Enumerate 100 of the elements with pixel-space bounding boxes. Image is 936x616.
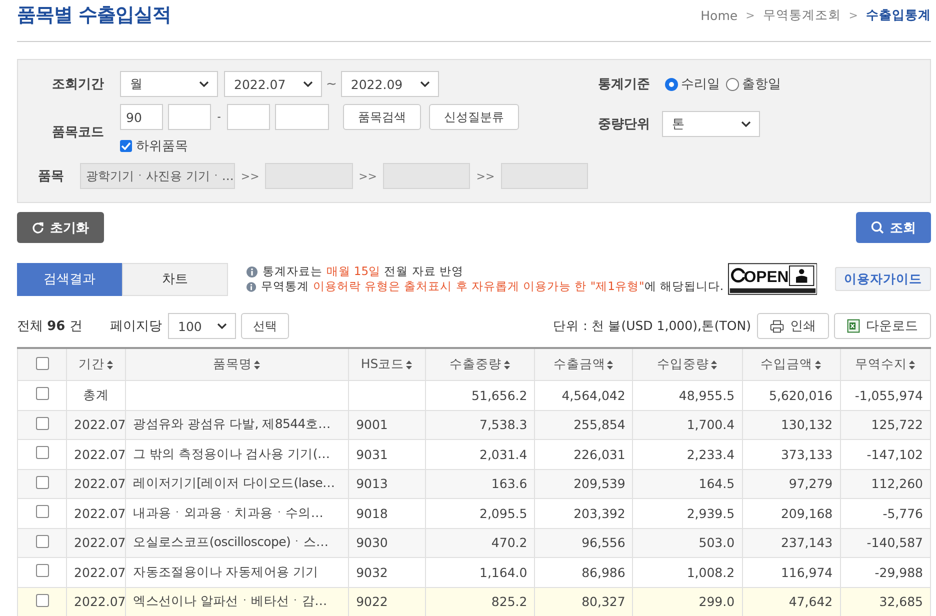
item-field[interactable] — [383, 163, 470, 189]
license-logo: OPEN — [728, 262, 818, 296]
download-button[interactable]: 다운로드 — [834, 313, 931, 339]
table-cell: 2,939.5 — [686, 506, 735, 521]
checkbox[interactable] — [36, 446, 49, 460]
print-button[interactable]: 인쇄 — [757, 313, 829, 339]
table-cell: 373,133 — [780, 446, 833, 462]
item-field[interactable] — [500, 163, 588, 189]
breadcrumb-separator: > — [746, 8, 755, 22]
checkbox[interactable] — [36, 564, 49, 578]
table-cell: 80,327 — [582, 594, 626, 610]
input-field[interactable] — [227, 104, 270, 130]
search-option-button[interactable]: 품목검색 — [343, 104, 421, 130]
radio-button[interactable] — [726, 78, 739, 90]
table-cell: -29,988 — [874, 564, 923, 580]
page-size-label: 페이지당 — [110, 318, 162, 335]
search-option-button[interactable]: 신성질분류 — [429, 104, 519, 130]
checkbox-label: 하위품목 — [136, 138, 188, 155]
period-unit-select[interactable]: 월 — [120, 71, 218, 97]
table-cell: 2022.07 — [74, 594, 125, 610]
table-cell: 9022 — [356, 594, 388, 610]
breadcrumb-link[interactable]: 무역통계조회 — [762, 6, 841, 24]
apply-button[interactable]: 선택 — [241, 313, 289, 339]
table-cell: 164.5 — [698, 476, 735, 492]
caret-icon — [420, 81, 430, 87]
table-cell: 2022.07 — [74, 476, 125, 492]
start-month-select[interactable]: 2022.07 — [224, 71, 322, 97]
table-cell: 1,700.4 — [686, 417, 735, 432]
table-cell: 97,279 — [788, 476, 833, 492]
search-button[interactable]: 조회 — [856, 212, 931, 243]
tab[interactable]: 차트 — [122, 262, 228, 296]
table-cell: 9032 — [356, 564, 388, 580]
table-cell: -1,055,974 — [854, 388, 923, 403]
level-separator: >> — [358, 170, 378, 182]
item-field[interactable] — [265, 163, 353, 189]
page-title: 품목별 수출입실적 — [17, 3, 172, 28]
table-cell: 레이저기기[레이저 다이오드(lase… — [133, 475, 335, 492]
user-guide-button[interactable]: 이용자가이드 — [835, 267, 932, 291]
total-count: 전체 96 건 — [17, 318, 84, 335]
table-cell: 내과용ㆍ외과용ㆍ치과용ㆍ수의… — [133, 504, 324, 522]
refresh-icon — [32, 222, 44, 234]
checkbox[interactable] — [36, 416, 49, 430]
radio-button[interactable] — [665, 78, 678, 90]
breadcrumb-link[interactable]: Home — [700, 8, 738, 22]
table-cell: 255,854 — [574, 417, 626, 432]
sort-icon — [908, 360, 916, 370]
sort-icon — [253, 360, 262, 370]
item-field[interactable]: 광학기기ㆍ사진용 기기ㆍ… — [80, 163, 235, 189]
weight-unit-select[interactable]: 톤 — [662, 111, 760, 137]
table-cell: 51,656.2 — [472, 388, 528, 403]
table-cell: -140,587 — [866, 535, 923, 550]
radio-label: 수리일 — [681, 76, 720, 93]
table-cell: 2022.07 — [74, 535, 125, 550]
table-cell: 237,143 — [780, 535, 833, 550]
table-cell: 2,095.5 — [480, 506, 528, 521]
checkbox[interactable] — [36, 534, 49, 548]
checkbox[interactable] — [36, 356, 49, 370]
checkbox[interactable] — [120, 140, 132, 152]
breadcrumb-separator: > — [848, 8, 858, 22]
end-month-select[interactable]: 2022.09 — [340, 71, 439, 97]
table-cell: 1,164.0 — [480, 564, 528, 580]
table-cell: 4,564,042 — [562, 388, 626, 403]
sort-icon — [405, 360, 414, 370]
tab[interactable]: 검색결과 — [17, 262, 122, 296]
table-cell: 2,233.4 — [686, 446, 735, 462]
info-icon — [246, 266, 258, 278]
table-cell: 7,538.3 — [480, 417, 528, 432]
reset-button[interactable]: 초기화 — [17, 212, 104, 243]
table-cell: 9031 — [356, 446, 388, 462]
checkbox[interactable] — [36, 387, 49, 400]
checkbox[interactable] — [36, 594, 49, 607]
caret-icon — [303, 81, 313, 87]
table-cell: 96,556 — [582, 535, 626, 550]
checkbox[interactable] — [36, 476, 49, 489]
table-cell: 1,008.2 — [686, 564, 735, 580]
search-icon — [871, 221, 884, 234]
table-cell: 203,392 — [574, 506, 626, 521]
table-cell: 209,168 — [780, 506, 833, 521]
breadcrumb-link[interactable]: 수출입통계 — [866, 6, 931, 24]
table-cell: 86,986 — [582, 564, 626, 580]
checkbox[interactable] — [36, 505, 49, 518]
sort-icon — [606, 360, 614, 370]
table-cell: 503.0 — [698, 535, 735, 550]
sort-icon — [710, 360, 718, 370]
page-size-select[interactable]: 100 — [168, 313, 236, 339]
table-cell: 엑스선이나 알파선ㆍ베타선ㆍ감… — [133, 593, 327, 610]
field-label: 통계기준 — [598, 76, 651, 93]
input-field[interactable] — [168, 104, 211, 130]
printer-icon — [770, 320, 784, 332]
code-separator: - — [216, 112, 222, 122]
table-cell: 9001 — [356, 417, 388, 432]
level-separator: >> — [240, 170, 260, 182]
column-header[interactable]: 품목명 — [213, 356, 262, 373]
input-field[interactable]: 90 — [120, 104, 163, 130]
table-cell: 470.2 — [491, 535, 528, 550]
radio-label: 출항일 — [742, 76, 781, 93]
caret-icon — [199, 81, 209, 87]
table-cell: 2022.07 — [74, 417, 125, 432]
input-field[interactable] — [275, 104, 329, 130]
sort-icon — [814, 360, 822, 370]
